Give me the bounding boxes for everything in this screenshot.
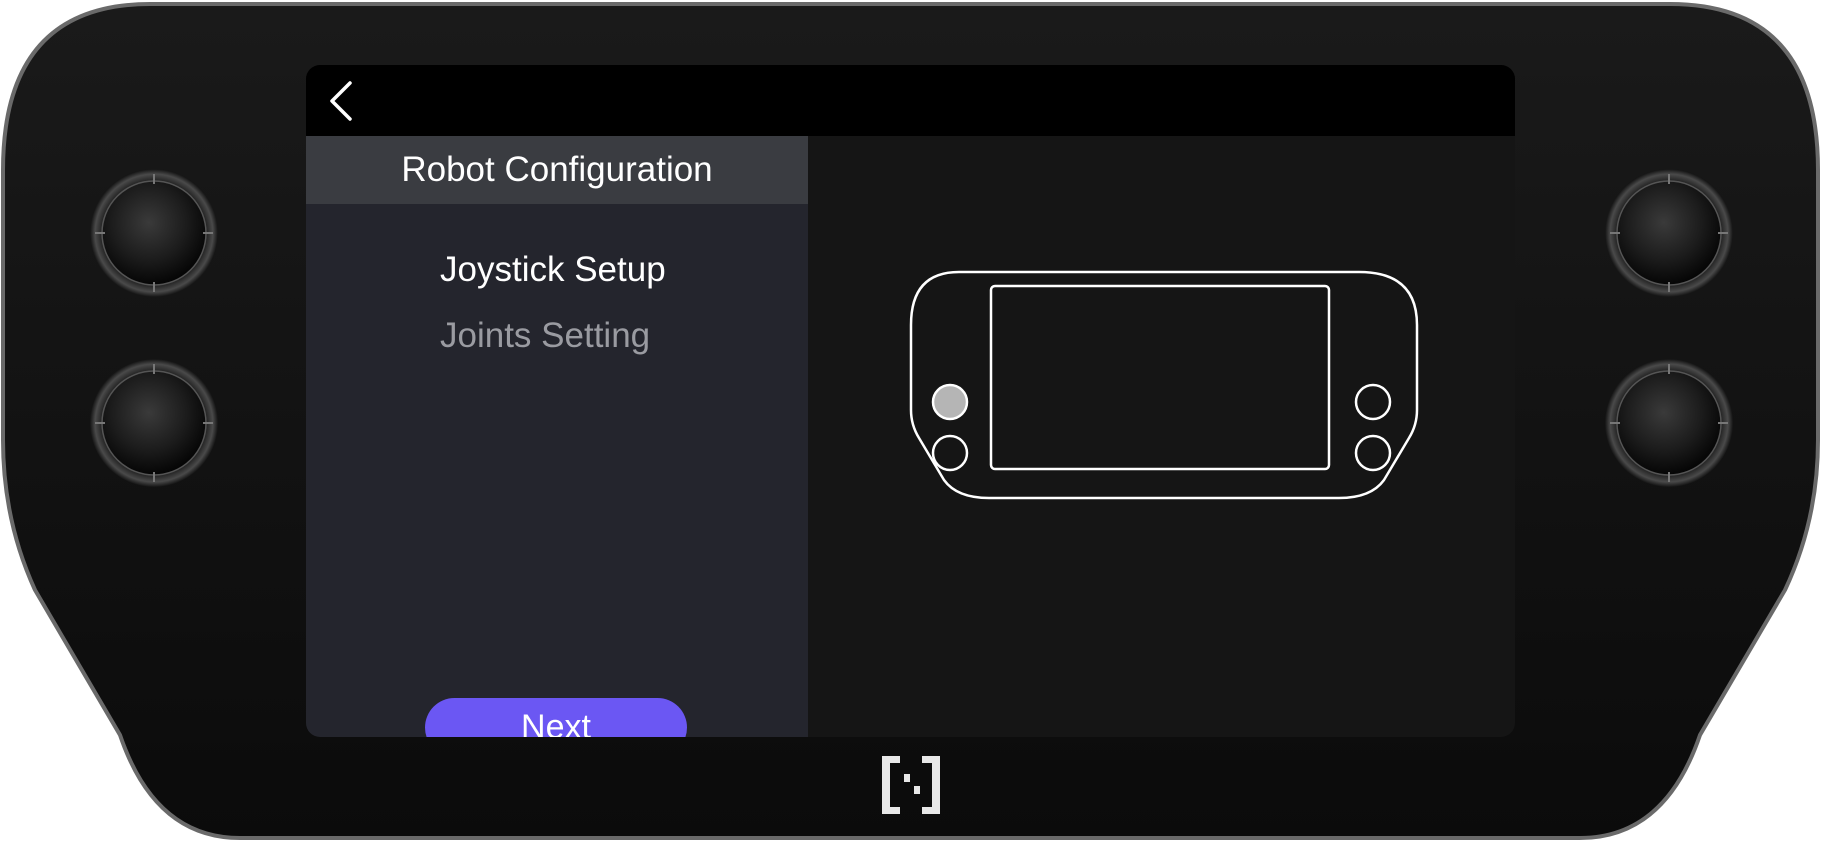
- left-bottom-joystick[interactable]: [90, 359, 218, 487]
- panel-title: Robot Configuration: [306, 136, 808, 204]
- menu-item-joystick-setup[interactable]: Joystick Setup: [440, 250, 666, 290]
- config-side-panel: Robot Configuration Joystick Setup Joint…: [306, 136, 808, 737]
- right-top-joystick[interactable]: [1605, 169, 1733, 297]
- next-button[interactable]: Next: [425, 698, 687, 737]
- menu-item-joints-setting[interactable]: Joints Setting: [440, 316, 650, 356]
- chevron-left-icon: [330, 81, 352, 121]
- left-top-joystick[interactable]: [90, 169, 218, 297]
- controller-device-icon: [909, 270, 1419, 500]
- top-bar: [306, 65, 1515, 136]
- back-button[interactable]: [320, 77, 364, 125]
- device-screen: Robot Configuration Joystick Setup Joint…: [306, 65, 1515, 737]
- brand-logo: [882, 756, 940, 814]
- device-stage: Robot Configuration Joystick Setup Joint…: [0, 0, 1821, 842]
- right-bottom-joystick[interactable]: [1605, 359, 1733, 487]
